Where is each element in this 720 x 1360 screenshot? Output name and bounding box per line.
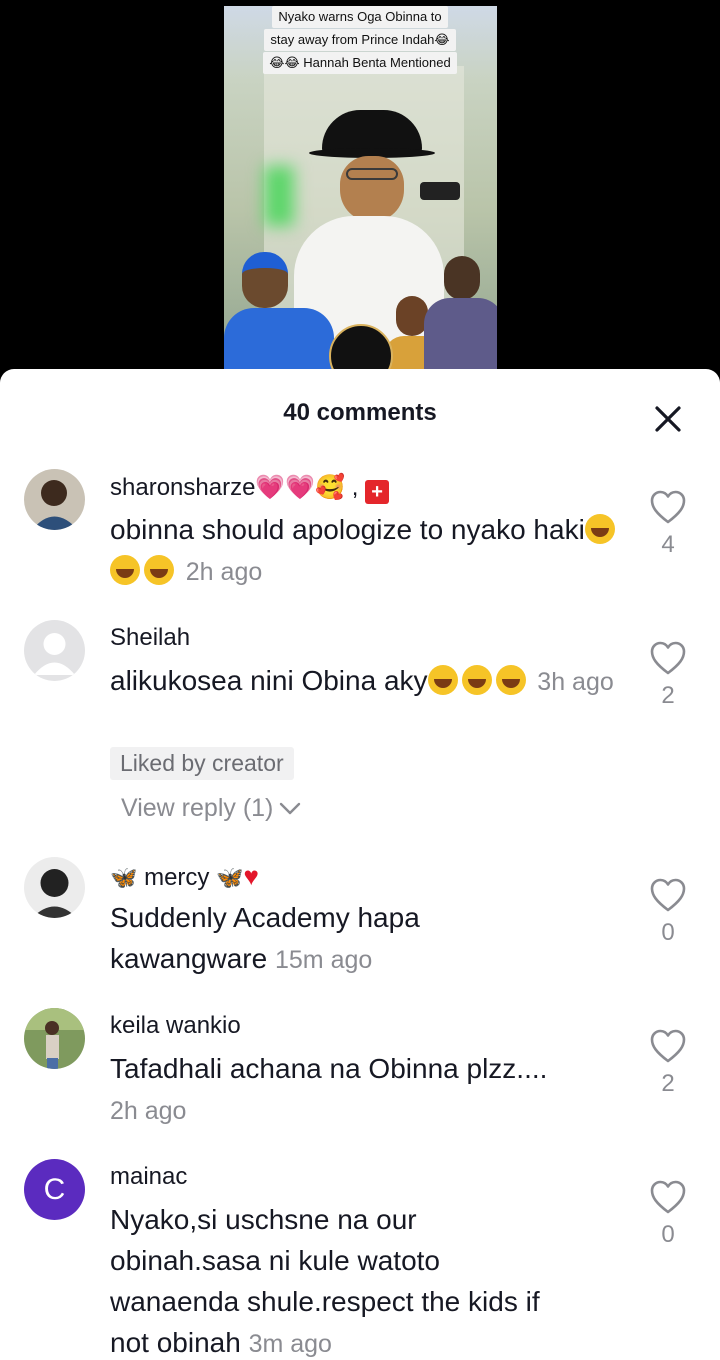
laugh-emoji: [110, 555, 140, 585]
like-button[interactable]: 2: [648, 1028, 688, 1098]
avatar[interactable]: [24, 469, 85, 530]
heart-icon: [650, 878, 686, 912]
heart-icon: [650, 1180, 686, 1214]
sweat-smile-emoji: [461, 665, 492, 695]
comment-author[interactable]: 🦋 mercy 🦋♥: [110, 861, 259, 892]
comment-text: alikukosea nini Obina aky 3h ago: [110, 665, 614, 696]
comment-author[interactable]: sharonsharze💗💗🥰 , +: [110, 473, 390, 504]
view-reply-button[interactable]: View reply (1): [121, 794, 301, 823]
sheet-header: 40 comments: [0, 369, 720, 461]
heart-emoji: 💗💗🥰: [255, 474, 346, 501]
laugh-emoji: [144, 555, 174, 585]
comment-item: Sheilah alikukosea nini Obina aky 3h ago…: [0, 620, 720, 830]
like-button[interactable]: 0: [648, 877, 688, 947]
video-thumbnail[interactable]: Nyako warns Oga Obinna to stay away from…: [224, 6, 497, 378]
video-person-left: [224, 246, 334, 378]
avatar[interactable]: [24, 857, 85, 918]
laugh-emoji: [584, 514, 615, 544]
comment-time: 3m ago: [248, 1330, 332, 1358]
video-caption: Nyako warns Oga Obinna to stay away from…: [250, 6, 470, 75]
caption-line: Nyako warns Oga Obinna to: [272, 6, 448, 28]
caption-line: stay away from Prince Indah😂: [264, 29, 456, 51]
comment-text: obinna should apologize to nyako haki 2h…: [110, 509, 620, 593]
comments-sheet: 40 comments sharonsharze💗💗🥰 , + obinna s…: [0, 369, 720, 1360]
comment-time: 2h ago: [110, 1097, 187, 1125]
butterfly-emoji: 🦋: [216, 865, 244, 890]
red-heart-emoji: ♥: [243, 861, 259, 891]
comment-text: Nyako,si uschsne na our obinah.sasa ni k…: [110, 1204, 540, 1358]
video-light: [264, 166, 294, 226]
flag-icon: +: [365, 480, 390, 504]
comment-author[interactable]: mainac: [110, 1163, 187, 1191]
comment-text: Tafadhali achana na Obinna plzz.... 2h a…: [110, 1053, 548, 1125]
like-button[interactable]: 2: [648, 640, 688, 710]
comments-count: 40 comments: [283, 399, 437, 426]
comment-time: 3h ago: [537, 668, 614, 696]
like-count: 2: [661, 682, 675, 709]
comment-item: sharonsharze💗💗🥰 , + obinna should apolog…: [0, 469, 720, 599]
comment-author[interactable]: Sheilah: [110, 624, 190, 652]
avatar[interactable]: [24, 620, 85, 681]
avatar[interactable]: [24, 1008, 85, 1069]
heart-icon: [650, 1029, 686, 1063]
comment-item: C mainac Nyako,si uschsne na our obinah.…: [0, 1159, 720, 1360]
comment-item: keila wankio Tafadhali achana na Obinna …: [0, 1008, 720, 1138]
like-button[interactable]: 4: [648, 489, 688, 559]
sweat-smile-emoji: [427, 665, 458, 695]
like-count: 0: [661, 1221, 675, 1248]
close-icon[interactable]: [652, 403, 684, 435]
caption-line: 😂😂 Hannah Benta Mentioned: [263, 52, 457, 74]
comment-time: 2h ago: [185, 558, 263, 586]
butterfly-emoji: 🦋: [110, 865, 138, 890]
comment-time: 15m ago: [274, 946, 373, 974]
video-person-right: [424, 256, 497, 378]
heart-icon: [650, 490, 686, 524]
comment-item: 🦋 mercy 🦋♥ Suddenly Academy hapa kawangw…: [0, 857, 720, 987]
comment-author[interactable]: keila wankio: [110, 1012, 241, 1040]
like-button[interactable]: 0: [648, 1179, 688, 1249]
comment-text: Suddenly Academy hapa kawangware 15m ago: [110, 902, 420, 974]
like-count: 4: [661, 531, 675, 558]
heart-icon: [650, 641, 686, 675]
like-count: 2: [661, 1070, 675, 1097]
like-count: 0: [661, 919, 675, 946]
liked-by-creator-badge: Liked by creator: [110, 747, 294, 780]
chevron-down-icon: [280, 802, 301, 814]
sweat-smile-emoji: [495, 665, 526, 695]
avatar[interactable]: C: [24, 1159, 85, 1220]
